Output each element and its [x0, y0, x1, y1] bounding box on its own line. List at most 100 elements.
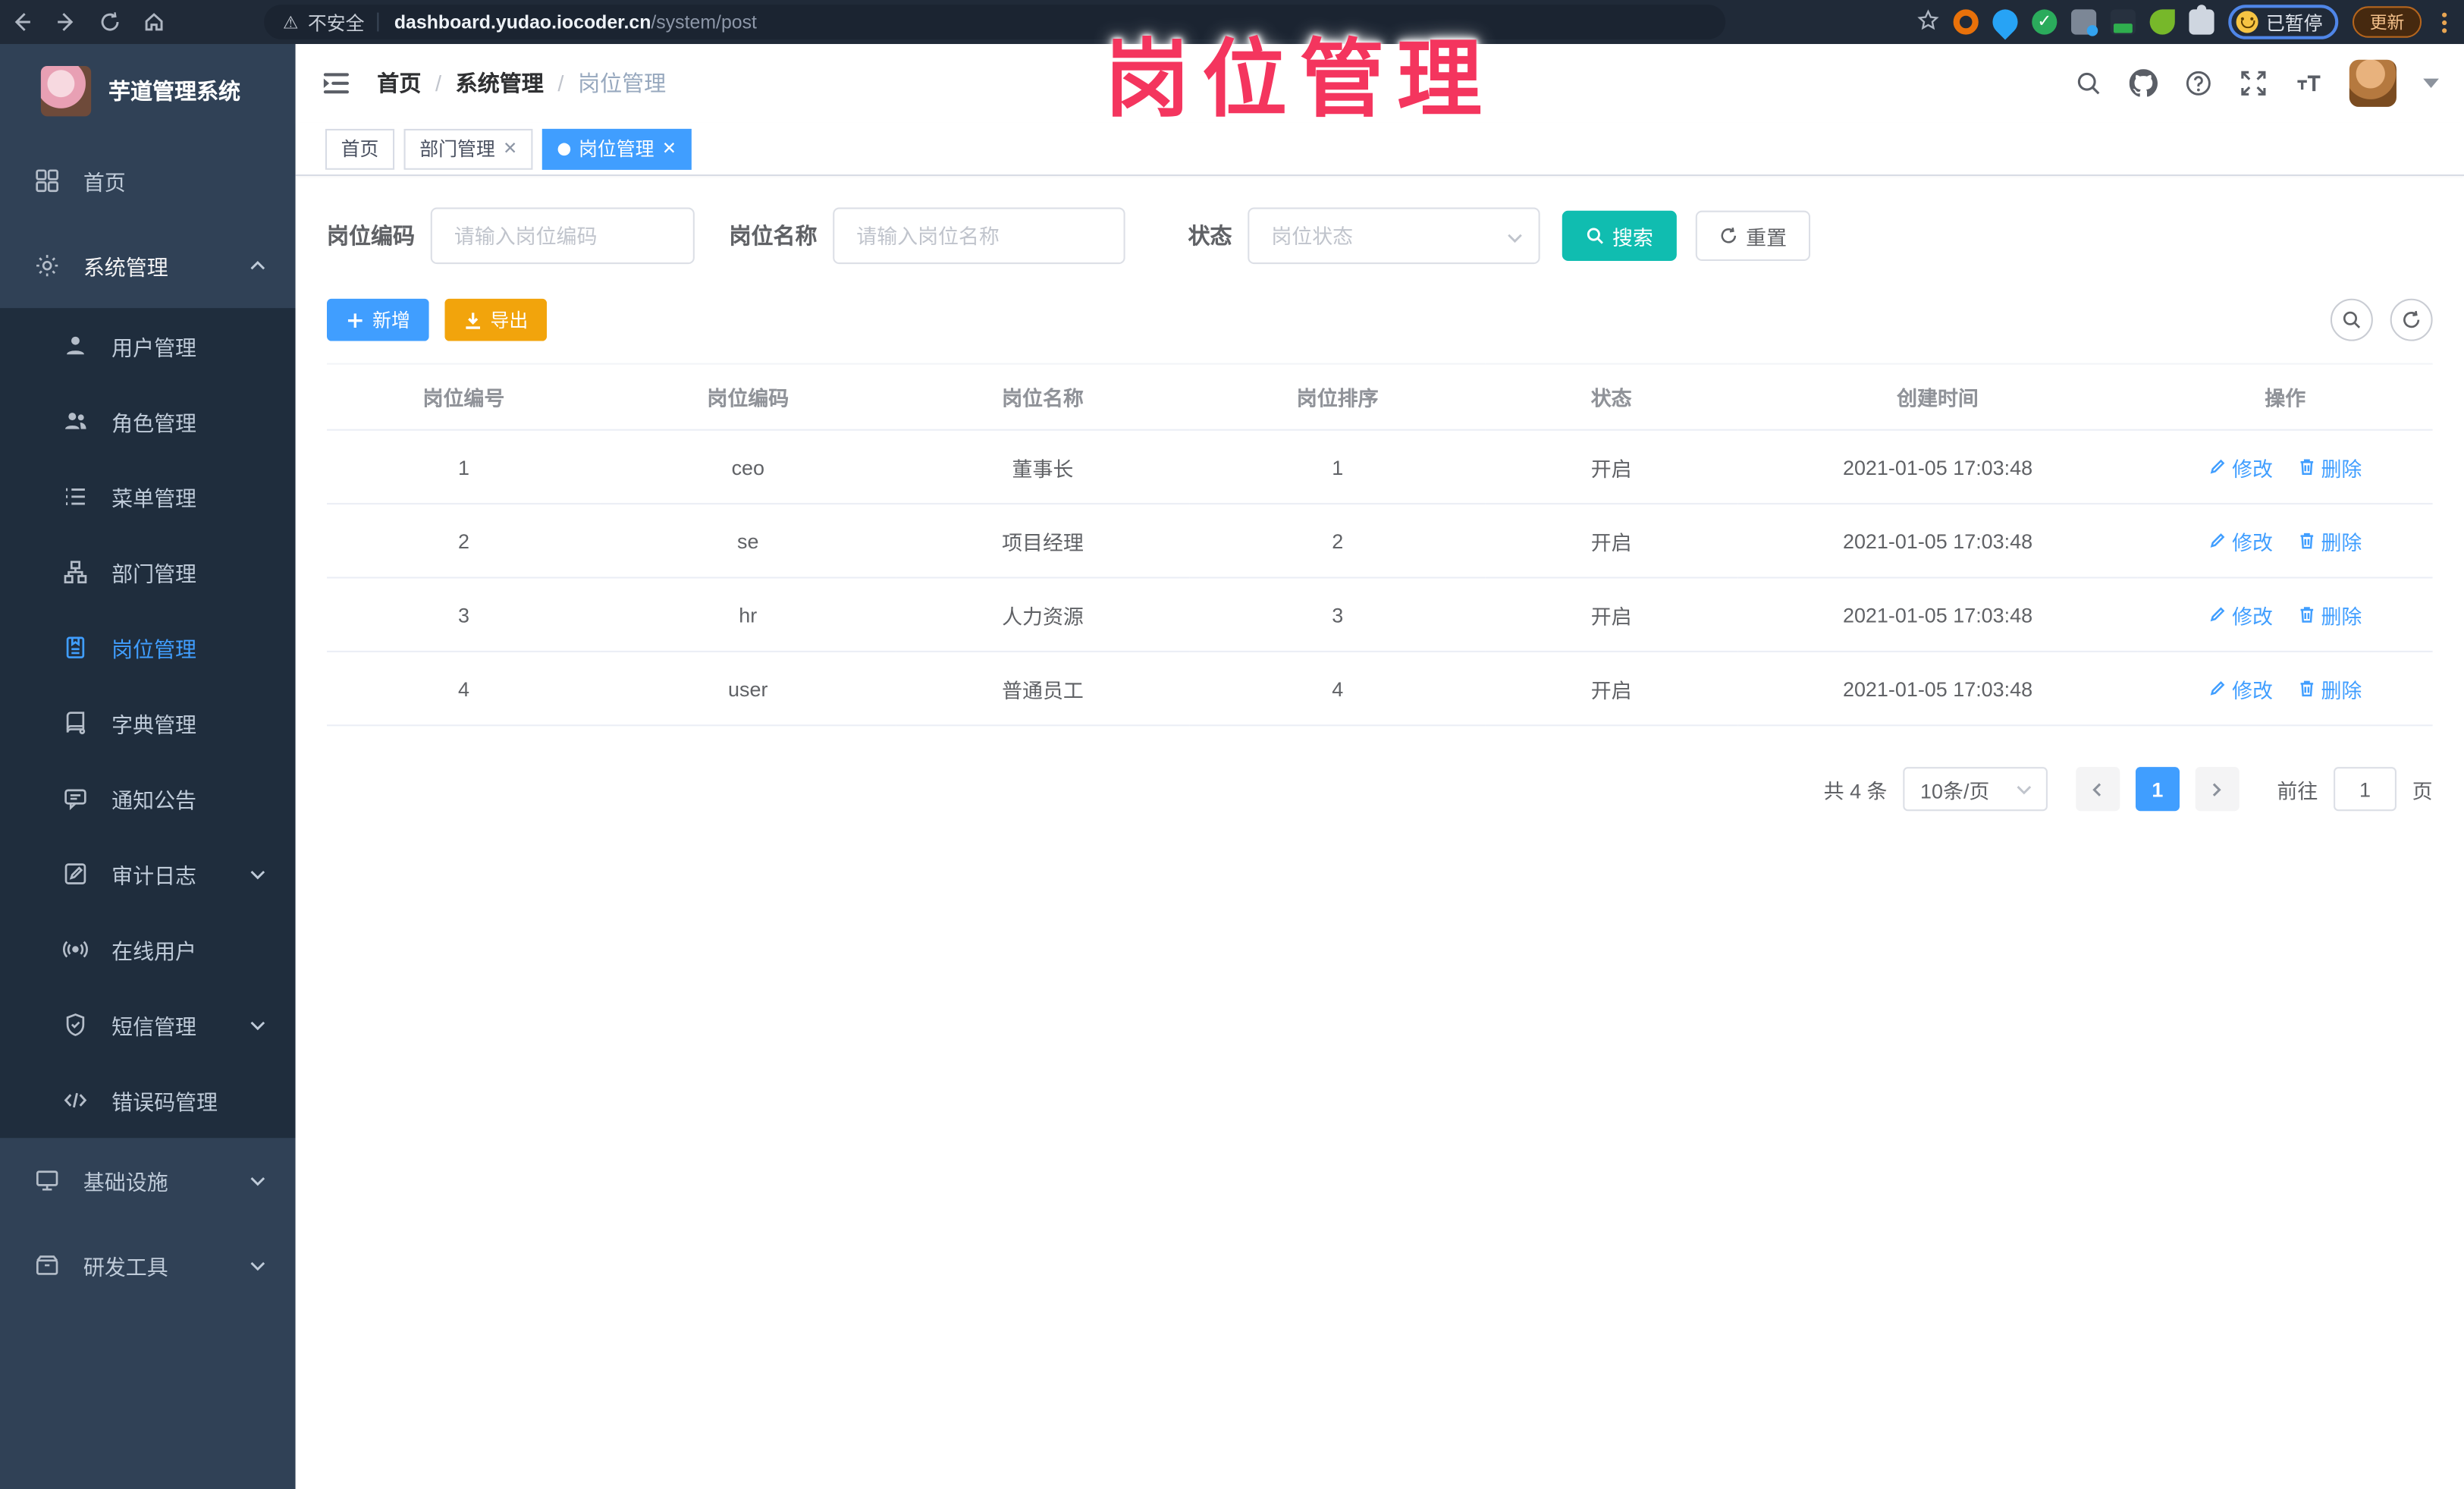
post-code-input[interactable]	[430, 207, 695, 265]
post-name-input[interactable]	[833, 207, 1125, 265]
table-row: 3 hr 人力资源 3 开启 2021-01-05 17:03:48 修改 删除	[326, 577, 2433, 652]
sidebar-item-roles[interactable]: 角色管理	[0, 384, 296, 459]
refresh-button[interactable]	[2390, 298, 2433, 341]
fullscreen-icon[interactable]	[2240, 69, 2268, 97]
signal-icon	[63, 937, 88, 962]
sidebar-item-error-codes[interactable]: 错误码管理	[0, 1063, 296, 1138]
badge-icon	[63, 635, 88, 660]
pagination: 共 4 条 10条/页 1 前往 页	[327, 767, 2433, 812]
delete-link[interactable]: 删除	[2297, 674, 2362, 703]
next-page-button[interactable]	[2195, 767, 2240, 812]
forward-icon[interactable]	[44, 0, 88, 44]
search-icon[interactable]	[2074, 69, 2102, 97]
goto-label: 前往	[2277, 778, 2318, 803]
browser-update-button[interactable]: 更新	[2352, 6, 2422, 38]
add-button[interactable]: 新增	[326, 298, 429, 341]
col-created-time: 创建时间	[1737, 363, 2138, 431]
extension-icon[interactable]: ✓	[2032, 9, 2058, 35]
sidebar-item-audit-log[interactable]: 审计日志	[0, 836, 296, 911]
tab-home[interactable]: 首页	[325, 127, 395, 169]
edit-link[interactable]: 修改	[2208, 526, 2273, 555]
goto-page-input[interactable]	[2334, 767, 2397, 812]
extension-icon[interactable]	[2149, 9, 2175, 35]
github-icon[interactable]	[2129, 69, 2158, 97]
help-icon[interactable]	[2184, 69, 2212, 97]
status-select[interactable]	[1248, 207, 1540, 265]
close-icon[interactable]: ✕	[662, 138, 676, 159]
sidebar-item-online-users[interactable]: 在线用户	[0, 912, 296, 987]
hamburger-icon[interactable]	[321, 68, 352, 99]
breadcrumb-home[interactable]: 首页	[377, 68, 421, 99]
sidebar-item-posts[interactable]: 岗位管理	[0, 610, 296, 685]
chevron-down-icon	[248, 1171, 267, 1190]
sidebar-item-dev-tools[interactable]: 研发工具	[0, 1223, 296, 1308]
sidebar-item-notices[interactable]: 通知公告	[0, 761, 296, 836]
caret-down-icon[interactable]	[2423, 78, 2439, 89]
user-avatar[interactable]	[2349, 59, 2397, 107]
profile-sync-paused-chip[interactable]: 已暂停	[2228, 5, 2339, 39]
bookmark-star-icon[interactable]	[1917, 8, 1939, 35]
prev-page-button[interactable]	[2076, 767, 2120, 812]
export-button[interactable]: 导出	[444, 298, 548, 341]
edit-document-icon	[63, 862, 88, 887]
col-status: 状态	[1485, 363, 1738, 431]
sidebar-item-menus[interactable]: 菜单管理	[0, 459, 296, 534]
search-form: 岗位编码 岗位名称 状态 搜索 重置	[326, 207, 2433, 265]
delete-link[interactable]: 删除	[2297, 600, 2362, 630]
extension-icon[interactable]	[1953, 9, 1979, 35]
breadcrumb-system[interactable]: 系统管理	[456, 68, 544, 99]
user-icon	[63, 333, 88, 358]
tab-departments[interactable]: 部门管理 ✕	[403, 127, 533, 169]
profile-avatar-icon	[2236, 11, 2258, 33]
table-row: 4 user 普通员工 4 开启 2021-01-05 17:03:48 修改 …	[326, 651, 2433, 727]
list-icon	[63, 484, 88, 509]
extension-icon[interactable]	[2070, 9, 2098, 36]
browser-menu-icon[interactable]	[2436, 11, 2452, 33]
app-title: 芋道管理系统	[108, 78, 241, 104]
search-button[interactable]: 搜索	[1562, 210, 1677, 261]
url-path: /system/post	[651, 11, 757, 33]
sidebar-item-users[interactable]: 用户管理	[0, 308, 296, 383]
edit-link[interactable]: 修改	[2208, 452, 2273, 482]
sidebar-item-home[interactable]: 首页	[0, 138, 296, 223]
reset-button[interactable]: 重置	[1695, 210, 1811, 261]
extension-icon[interactable]	[1987, 4, 2023, 40]
font-size-icon[interactable]	[2294, 69, 2322, 97]
close-icon[interactable]: ✕	[503, 138, 517, 159]
chevron-down-icon	[248, 865, 267, 884]
reload-icon[interactable]	[88, 0, 132, 44]
extensions-puzzle-icon[interactable]	[2189, 5, 2214, 35]
sidebar-item-infrastructure[interactable]: 基础设施	[0, 1138, 296, 1223]
profile-status-label: 已暂停	[2265, 11, 2323, 34]
toggle-search-button[interactable]	[2330, 298, 2373, 341]
status-select-input[interactable]	[1248, 207, 1540, 265]
post-name-label: 岗位名称	[729, 223, 818, 249]
edit-link[interactable]: 修改	[2208, 600, 2273, 630]
page-size-select[interactable]: 10条/页	[1903, 767, 2048, 812]
sidebar-item-dictionary[interactable]: 字典管理	[0, 685, 296, 760]
address-bar[interactable]: ⚠ 不安全 dashboard.yudao.iocoder.cn/system/…	[264, 5, 1726, 39]
sidebar: 芋道管理系统 首页 系统管理 用户管理 角色管理 菜单管理 部门管理 岗位管理 …	[0, 44, 296, 1489]
sidebar-item-departments[interactable]: 部门管理	[0, 535, 296, 610]
page-number-1[interactable]: 1	[2135, 767, 2180, 812]
post-code-label: 岗位编码	[326, 223, 416, 249]
edit-link[interactable]: 修改	[2208, 674, 2273, 703]
table-row: 2 se 项目经理 2 开启 2021-01-05 17:03:48 修改 删除	[326, 504, 2433, 579]
tab-posts[interactable]: 岗位管理 ✕	[542, 127, 692, 169]
monitor-icon	[35, 1168, 60, 1193]
chevron-down-icon	[248, 1256, 267, 1275]
app-logo[interactable]: 芋道管理系统	[0, 44, 296, 138]
delete-link[interactable]: 删除	[2297, 452, 2362, 482]
col-post-code: 岗位编码	[600, 363, 896, 431]
extension-icon[interactable]	[2110, 9, 2136, 35]
org-tree-icon	[63, 560, 88, 585]
status-label: 状态	[1188, 223, 1232, 249]
home-icon[interactable]	[132, 0, 176, 44]
back-icon[interactable]	[0, 0, 44, 44]
delete-link[interactable]: 删除	[2297, 526, 2362, 555]
logo-image	[40, 66, 92, 117]
status-text: 开启	[1485, 577, 1738, 652]
table-header-row: 岗位编号 岗位编码 岗位名称 岗位排序 状态 创建时间 操作	[326, 363, 2433, 431]
sidebar-item-system[interactable]: 系统管理	[0, 223, 296, 308]
sidebar-item-sms[interactable]: 短信管理	[0, 987, 296, 1062]
